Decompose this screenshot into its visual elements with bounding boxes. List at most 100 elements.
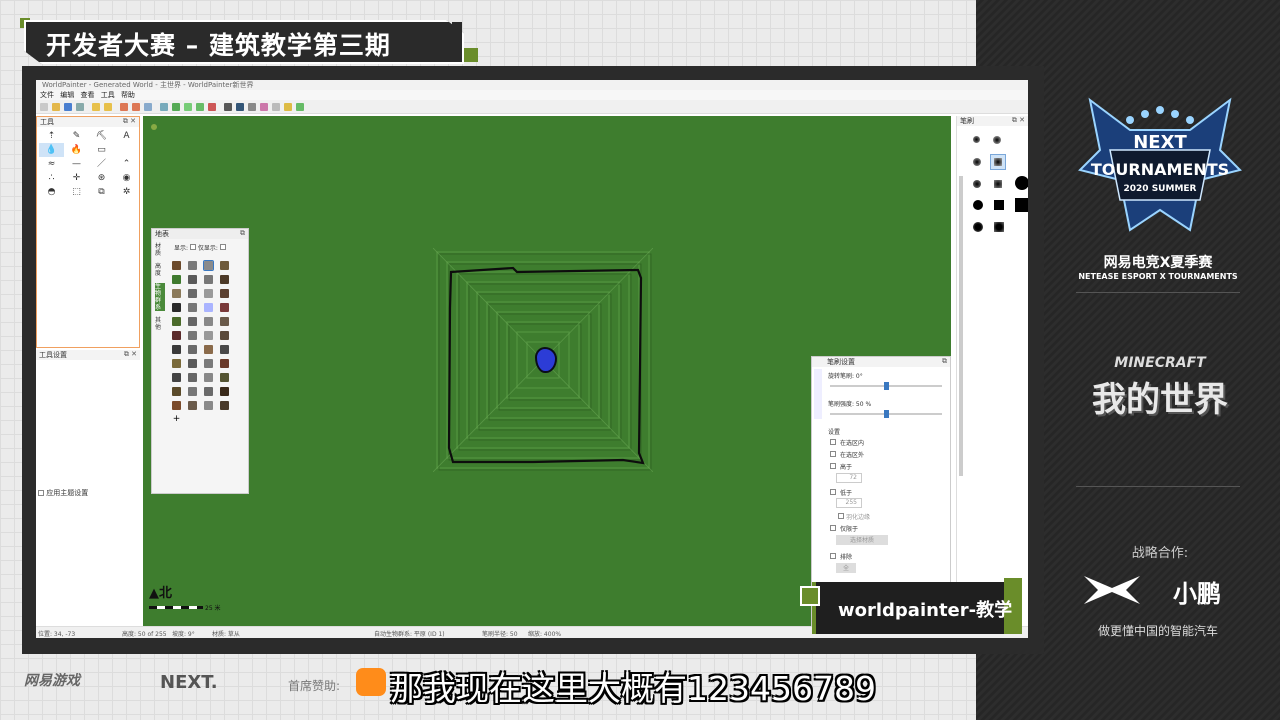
zoom-reset-icon[interactable] <box>144 103 152 111</box>
pencil-icon[interactable]: ✎ <box>64 129 89 143</box>
flatten-icon[interactable]: — <box>64 157 89 171</box>
dimension-icon[interactable] <box>208 103 216 111</box>
material-swatch[interactable] <box>220 289 229 298</box>
material-swatch[interactable] <box>204 401 213 410</box>
exclude-button[interactable]: 全 <box>836 563 856 573</box>
brush-hard-round-large[interactable] <box>1015 176 1028 190</box>
text-icon[interactable]: A <box>114 129 139 143</box>
brush-hard-round[interactable] <box>973 200 983 210</box>
brush-hard-square[interactable] <box>994 200 1004 210</box>
material-swatch[interactable] <box>220 261 229 270</box>
ridge-icon[interactable]: ⌃ <box>114 157 139 171</box>
eye-icon[interactable]: ◉ <box>114 171 139 185</box>
tab-materials[interactable]: 材质 <box>155 243 165 257</box>
dome-icon[interactable]: ◓ <box>39 185 64 199</box>
brush-round-edge[interactable] <box>973 222 983 232</box>
material-swatch[interactable] <box>188 401 197 410</box>
theme-checkbox-row[interactable]: 应用主题设置 <box>38 488 88 498</box>
spray-icon[interactable]: ∴ <box>39 171 64 185</box>
rotate-icon[interactable]: ⊛ <box>89 171 114 185</box>
material-swatch[interactable] <box>188 289 197 298</box>
material-swatch[interactable] <box>188 275 197 284</box>
material-swatch[interactable] <box>172 359 181 368</box>
save-icon[interactable] <box>64 103 72 111</box>
lava-icon[interactable]: 🔥 <box>64 143 89 157</box>
menu-view[interactable]: 查看 <box>80 90 94 100</box>
add-material-icon[interactable]: + <box>172 415 181 424</box>
rotation-slider[interactable] <box>830 382 942 390</box>
material-swatch[interactable] <box>204 345 213 354</box>
material-swatch[interactable] <box>220 359 229 368</box>
material-swatch[interactable] <box>220 317 229 326</box>
panel-buttons[interactable]: ⧉ ✕ <box>124 350 137 359</box>
material-swatch[interactable] <box>204 275 213 284</box>
brush-square-edge[interactable] <box>994 222 1004 232</box>
grid-icon[interactable] <box>160 103 168 111</box>
redo-icon[interactable] <box>104 103 112 111</box>
move-tool-icon[interactable] <box>224 103 232 111</box>
material-swatch[interactable] <box>220 331 229 340</box>
material-swatch[interactable] <box>204 331 213 340</box>
material-swatch[interactable] <box>188 359 197 368</box>
material-swatch[interactable] <box>172 373 181 382</box>
copy-icon[interactable]: ⧉ <box>89 185 114 199</box>
pick-material-button[interactable]: 选择材质 <box>836 535 888 545</box>
target-icon[interactable] <box>248 103 256 111</box>
below-field[interactable]: 255 <box>836 498 862 508</box>
brush-medium-round[interactable] <box>973 180 981 188</box>
contours-icon[interactable] <box>172 103 180 111</box>
material-swatch[interactable] <box>220 387 229 396</box>
material-swatch[interactable] <box>204 373 213 382</box>
open-icon[interactable] <box>52 103 60 111</box>
material-swatch[interactable] <box>188 303 197 312</box>
material-swatch[interactable] <box>172 387 181 396</box>
material-swatch[interactable] <box>172 401 181 410</box>
side-tab-brush[interactable] <box>814 369 822 419</box>
undo-icon[interactable] <box>92 103 100 111</box>
layers-pin-button[interactable]: ⧉ <box>240 229 245 238</box>
out-selection-checkbox[interactable] <box>830 451 836 457</box>
move-icon[interactable]: ✛ <box>64 171 89 185</box>
brush-soft-round[interactable] <box>973 158 981 166</box>
water-icon[interactable]: 💧 <box>39 143 64 157</box>
material-swatch[interactable] <box>188 317 197 326</box>
material-swatch[interactable] <box>188 331 197 340</box>
settings-toolbar-icon[interactable] <box>272 103 280 111</box>
material-swatch[interactable] <box>203 260 214 271</box>
material-swatch[interactable] <box>220 345 229 354</box>
tab-height[interactable]: 高度 <box>155 263 165 277</box>
panel-buttons[interactable]: ⧉ ✕ <box>1012 116 1025 125</box>
above-field[interactable]: 72 <box>836 473 862 483</box>
height-icon[interactable]: ▭ <box>89 143 114 157</box>
biome-icon[interactable] <box>260 103 268 111</box>
show-checkbox[interactable] <box>189 244 196 250</box>
smooth-icon[interactable]: ≈ <box>39 157 64 171</box>
raise-icon[interactable]: ⇡ <box>39 129 64 143</box>
feather-checkbox[interactable] <box>838 513 844 519</box>
view-icon[interactable] <box>184 103 192 111</box>
tab-biomes[interactable]: 生物群系 <box>155 283 165 311</box>
material-swatch[interactable] <box>204 359 213 368</box>
select-icon[interactable]: ⬚ <box>64 185 89 199</box>
panel-buttons[interactable]: ⧉ <box>942 357 947 366</box>
tab-other[interactable]: 其他 <box>155 317 165 331</box>
globe-icon[interactable] <box>284 103 292 111</box>
menu-help[interactable]: 帮助 <box>121 90 135 100</box>
material-swatch[interactable] <box>188 261 197 270</box>
road-icon[interactable]: ／ <box>89 157 114 171</box>
zoom-out-icon[interactable] <box>132 103 140 111</box>
flood-icon[interactable]: ⛏ <box>89 129 114 143</box>
menu-edit[interactable]: 编辑 <box>60 90 74 100</box>
material-swatch[interactable] <box>172 345 181 354</box>
export-icon[interactable] <box>76 103 84 111</box>
overlay-icon[interactable] <box>196 103 204 111</box>
tree-icon[interactable] <box>296 103 304 111</box>
below-checkbox[interactable] <box>830 489 836 495</box>
material-swatch[interactable] <box>172 261 181 270</box>
brush-soft-small[interactable] <box>973 136 980 143</box>
intensity-slider[interactable] <box>830 410 942 418</box>
material-swatch[interactable] <box>188 373 197 382</box>
material-swatch[interactable] <box>172 289 181 298</box>
brush-medium-square[interactable] <box>994 180 1002 188</box>
material-swatch[interactable] <box>204 387 213 396</box>
